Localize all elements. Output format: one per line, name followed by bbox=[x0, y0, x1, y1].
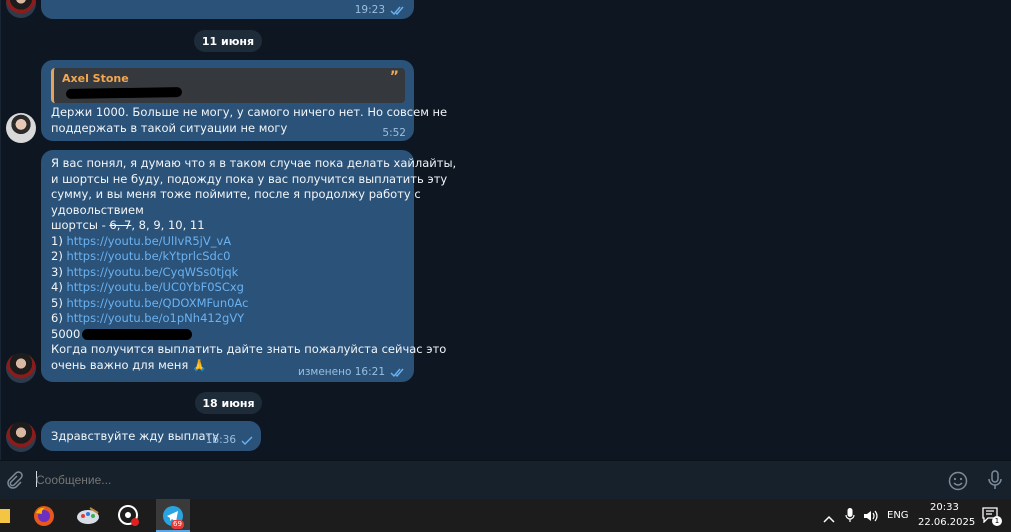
message-edited-time: изменено 16:21 bbox=[298, 366, 385, 378]
shorts-line: шортсы - 6, 7, 8, 9, 10, 11 bbox=[51, 218, 456, 234]
message-input[interactable] bbox=[36, 472, 916, 488]
link-number: 1) bbox=[51, 233, 67, 248]
microphone-tray-icon[interactable] bbox=[845, 507, 855, 527]
avatar[interactable] bbox=[6, 422, 36, 452]
notification-count: 1 bbox=[992, 516, 1002, 526]
emoji-icon[interactable] bbox=[948, 471, 968, 495]
message-line: Когда получится выплатить дайте знать по… bbox=[51, 342, 447, 356]
youtube-link[interactable]: https://youtu.be/UC0YbF0SCxg bbox=[66, 280, 244, 294]
youtube-link[interactable]: https://youtu.be/UlIvR5jV_vA bbox=[66, 234, 231, 248]
chat-area: 19:23 11 июня Axel Stone ” Держи 1000. Б… bbox=[0, 0, 1011, 460]
avatar[interactable] bbox=[6, 113, 36, 143]
link-line: 5) https://youtu.be/QDOXMFun0Ac bbox=[51, 296, 456, 312]
taskbar: 69 ENG 20:33 22.06.2025 1 bbox=[0, 499, 1011, 532]
shorts-rest: , 8, 9, 10, 11 bbox=[131, 218, 205, 232]
paint-app-icon[interactable] bbox=[74, 502, 102, 530]
message-text: Здравствуйте жду выплату bbox=[51, 429, 220, 443]
message-time: 19:23 bbox=[354, 4, 385, 16]
telegram-unread-badge: 69 bbox=[171, 520, 184, 529]
message-meta: 5:52 bbox=[382, 126, 406, 142]
chevron-up-icon[interactable] bbox=[823, 509, 835, 528]
reply-quote[interactable]: Axel Stone ” bbox=[51, 68, 405, 103]
file-explorer-icon[interactable] bbox=[0, 509, 10, 523]
youtube-link[interactable]: https://youtu.be/QDOXMFun0Ac bbox=[66, 296, 248, 310]
message-text: Я вас понял, я думаю что я в таком случа… bbox=[51, 156, 456, 373]
redaction-scribble bbox=[65, 86, 183, 100]
shorts-struck: 6, 7 bbox=[109, 218, 132, 232]
message-meta: 19:23 bbox=[355, 3, 406, 19]
message-line: сумму, и вы меня тоже поймите, после я п… bbox=[51, 187, 421, 201]
amount-value: 5000 bbox=[51, 326, 81, 341]
message-line: и шортсы не буду, подожду пока у вас пол… bbox=[51, 171, 448, 186]
message-bubble-reply[interactable]: Axel Stone ” Держи 1000. Больше не могу,… bbox=[41, 60, 447, 142]
date-label: 11 июня bbox=[201, 34, 255, 48]
double-check-icon bbox=[390, 6, 406, 16]
message-meta: изменено 16:21 bbox=[298, 365, 406, 381]
reply-author: Axel Stone bbox=[62, 72, 129, 85]
firefox-icon[interactable] bbox=[30, 502, 58, 530]
link-line: 1) https://youtu.be/UlIvR5jV_vA bbox=[51, 234, 456, 250]
check-icon bbox=[241, 436, 253, 446]
message-time: 5:52 bbox=[382, 127, 406, 139]
message-meta: 16:36 bbox=[206, 433, 253, 449]
avatar[interactable] bbox=[6, 0, 36, 18]
amount-line: 5000 bbox=[51, 327, 456, 343]
link-number: 2) bbox=[51, 249, 67, 263]
link-line: 2) https://youtu.be/kYtprlcSdc0 bbox=[51, 249, 456, 265]
message-line: Я вас понял, я думаю что я в таком случа… bbox=[51, 156, 457, 170]
link-line: 4) https://youtu.be/UC0YbF0SCxg bbox=[51, 280, 456, 296]
left-divider bbox=[0, 0, 1, 460]
date-separator: 18 июня bbox=[195, 392, 262, 414]
clock-time[interactable]: 20:33 bbox=[930, 502, 959, 513]
date-label: 18 июня bbox=[202, 396, 255, 410]
link-number: 3) bbox=[51, 264, 67, 279]
message-bubble-previous[interactable]: 19:23 bbox=[41, 0, 414, 19]
message-bubble-links[interactable]: Я вас понял, я думаю что я в таком случа… bbox=[41, 150, 456, 382]
redaction-scribble bbox=[82, 328, 193, 340]
link-number: 6) bbox=[51, 311, 67, 325]
link-number: 4) bbox=[51, 280, 67, 294]
language-indicator[interactable]: ENG bbox=[887, 510, 909, 521]
youtube-link[interactable]: https://youtu.be/o1pNh412gVY bbox=[66, 311, 244, 325]
youtube-link[interactable]: https://youtu.be/CyqWSs0tjqk bbox=[66, 265, 238, 279]
message-line: Держи 1000. Больше не могу, у самого нич… bbox=[51, 105, 448, 119]
youtube-link[interactable]: https://youtu.be/kYtprlcSdc0 bbox=[66, 249, 230, 263]
message-line: удовольствием bbox=[51, 202, 144, 217]
telegram-taskbar-button[interactable]: 69 bbox=[156, 499, 190, 532]
double-check-icon bbox=[390, 368, 406, 378]
link-number: 5) bbox=[51, 295, 67, 310]
avatar[interactable] bbox=[6, 353, 36, 383]
attach-icon[interactable] bbox=[5, 471, 23, 493]
quote-icon: ” bbox=[389, 69, 399, 85]
date-separator: 11 июня bbox=[194, 30, 262, 52]
link-line: 3) https://youtu.be/CyqWSs0tjqk bbox=[51, 265, 456, 281]
microphone-icon[interactable] bbox=[987, 470, 1003, 495]
compose-bar bbox=[0, 460, 1011, 499]
message-bubble-last[interactable]: Здравствуйте жду выплату 16:36 bbox=[41, 421, 261, 451]
clock-date[interactable]: 22.06.2025 bbox=[918, 517, 975, 528]
shorts-prefix: шортсы - bbox=[51, 218, 110, 232]
record-app-icon[interactable] bbox=[115, 502, 143, 530]
link-line: 6) https://youtu.be/o1pNh412gVY bbox=[51, 311, 456, 327]
message-time: 16:36 bbox=[205, 434, 236, 446]
volume-icon[interactable] bbox=[863, 508, 879, 527]
